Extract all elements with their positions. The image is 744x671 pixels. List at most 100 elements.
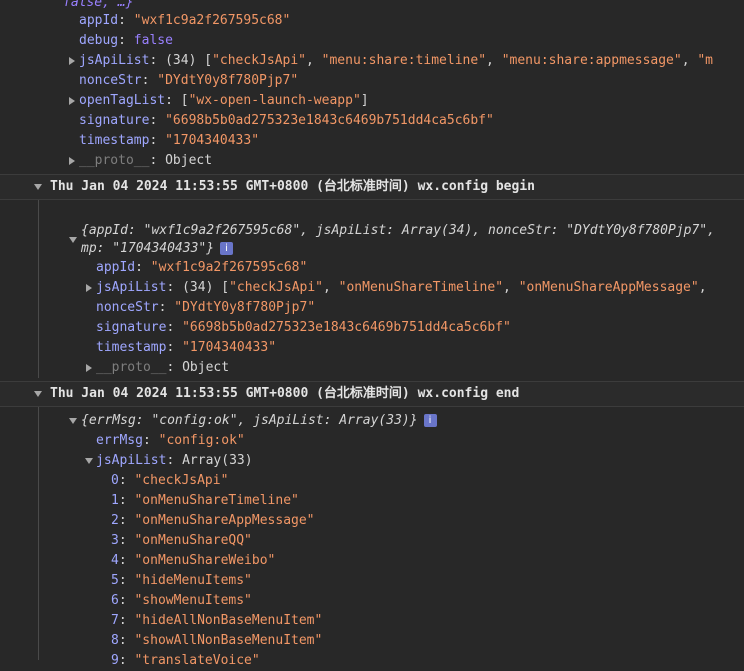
expand-triangle-icon[interactable] [67, 51, 77, 71]
array-item: 6: "showMenuItems" [111, 591, 252, 611]
object-summary-cont: mp: "1704340433"} i [81, 239, 234, 259]
array-separator: : [118, 573, 135, 588]
array-index: 7 [111, 613, 119, 628]
prop-value: "wxf1c9a2f267595c68" [150, 260, 308, 275]
prop-key: appId [96, 260, 136, 275]
array-value: "onMenuShareTimeline" [134, 493, 299, 508]
expand-triangle-icon[interactable] [68, 230, 78, 250]
expand-triangle-icon[interactable] [68, 411, 78, 431]
prop-separator: : [165, 93, 181, 108]
prop-value: "1704340433" [182, 340, 277, 355]
prop-signature: signature: "6698b5b0ad275323e1843c6469b7… [96, 318, 511, 338]
prop-separator: : [118, 33, 134, 48]
array-item: 3: "onMenuShareQQ" [111, 531, 252, 551]
prop-separator: : [141, 73, 158, 88]
info-icon[interactable]: i [423, 414, 437, 427]
prop-value: false [133, 33, 173, 48]
prop-key: timestamp [79, 133, 150, 148]
array-value: "showAllNonBaseMenuItem" [134, 633, 323, 648]
array-index: 6 [111, 593, 119, 608]
prop-value: Object [165, 153, 213, 168]
prop-separator: : [149, 113, 166, 128]
array-item: 8: "showAllNonBaseMenuItem" [111, 631, 322, 651]
object-summary[interactable]: {errMsg: "config:ok", jsApiList: Array(3… [81, 411, 437, 431]
array-item: 4: "onMenuShareWeibo" [111, 551, 275, 571]
array-value: "hideAllNonBaseMenuItem" [134, 613, 323, 628]
prop-key: signature [96, 320, 167, 335]
array-index: 3 [111, 533, 119, 548]
prop-debug: debug: false [79, 31, 173, 51]
prop-nonceStr: nonceStr: "DYdtY0y8f780Pjp7" [96, 298, 315, 318]
array-item: 5: "hideMenuItems" [111, 571, 252, 591]
expand-triangle-icon[interactable] [67, 151, 77, 171]
prop-separator: : [135, 260, 151, 275]
prop-key: signature [79, 113, 150, 128]
expand-triangle-icon[interactable] [84, 451, 94, 471]
array-separator: : [118, 593, 135, 608]
prop-jsApiList[interactable]: jsApiList: (34) ["checkJsApi", "menu:sha… [79, 51, 713, 71]
expand-triangle-icon[interactable] [84, 358, 94, 378]
prop-key: debug [79, 33, 119, 48]
prop-key: __proto__ [79, 153, 150, 168]
console-group-end[interactable]: Thu Jan 04 2024 11:53:55 GMT+0800 (台北标准时… [0, 381, 744, 407]
array-index: 8 [111, 633, 119, 648]
prop-appId: appId: "wxf1c9a2f267595c68" [96, 258, 307, 278]
expand-triangle-icon[interactable] [84, 278, 94, 298]
prop-value: Array(33) [182, 453, 253, 468]
prop-separator: : [149, 153, 166, 168]
array-item: 1: "onMenuShareTimeline" [111, 491, 299, 511]
prop-jsApiList[interactable]: jsApiList: Array(33) [96, 451, 253, 471]
prop-separator: : [166, 280, 183, 295]
prop-separator: : [158, 300, 175, 315]
array-separator: : [118, 533, 135, 548]
prop-key: nonceStr [79, 73, 142, 88]
prop-value: (34) ["checkJsApi", "onMenuShareTimeline… [182, 280, 707, 295]
collapse-triangle-icon[interactable] [33, 384, 43, 404]
array-index: 4 [111, 553, 119, 568]
prop-timestamp: timestamp: "1704340433" [79, 131, 259, 151]
array-item: 2: "onMenuShareAppMessage" [111, 511, 315, 531]
preview-tail-text: false, …} [63, 0, 134, 10]
prop-value: "1704340433" [165, 133, 260, 148]
object-summary-text: {errMsg: "config:ok", jsApiList: Array(3… [81, 413, 418, 428]
expand-triangle-icon[interactable] [67, 91, 77, 111]
prop-appId: appId: "wxf1c9a2f267595c68" [79, 11, 290, 31]
array-separator: : [118, 553, 135, 568]
prop-signature: signature: "6698b5b0ad275323e1843c6469b7… [79, 111, 494, 131]
prop-proto[interactable]: __proto__: Object [96, 358, 229, 378]
array-value: "onMenuShareWeibo" [134, 553, 276, 568]
prop-separator: : [166, 360, 183, 375]
prop-value: (34) ["checkJsApi", "menu:share:timeline… [165, 53, 714, 68]
prop-value: "6698b5b0ad275323e1843c6469b751dd4ca5c6b… [182, 320, 511, 335]
prop-jsApiList[interactable]: jsApiList: (34) ["checkJsApi", "onMenuSh… [96, 278, 707, 298]
prop-key: jsApiList [96, 280, 167, 295]
prop-key: openTagList [79, 93, 166, 108]
group-title: Thu Jan 04 2024 11:53:55 GMT+0800 (台北标准时… [50, 386, 520, 401]
prop-value: Object [182, 360, 230, 375]
array-item: 7: "hideAllNonBaseMenuItem" [111, 611, 322, 631]
prop-key: jsApiList [79, 53, 150, 68]
collapse-triangle-icon[interactable] [33, 177, 43, 197]
prop-errMsg: errMsg: "config:ok" [96, 433, 245, 448]
array-index: 9 [111, 653, 119, 668]
prop-openTagList[interactable]: openTagList: ["wx-open-launch-weapp"] [79, 91, 369, 111]
array-value: "hideMenuItems" [134, 573, 252, 588]
array-separator: : [118, 473, 135, 488]
array-item: 0: "checkJsApi" [111, 471, 228, 491]
prop-key: jsApiList [96, 453, 167, 468]
prop-value: "config:ok" [158, 433, 245, 448]
array-value: "translateVoice" [134, 653, 260, 668]
prop-separator: : [149, 133, 166, 148]
prop-key: appId [79, 13, 119, 28]
prop-key: __proto__ [96, 360, 167, 375]
array-separator: : [118, 493, 135, 508]
array-index: 1 [111, 493, 119, 508]
object-summary[interactable]: {appId: "wxf1c9a2f267595c68", jsApiList:… [81, 221, 715, 241]
prop-proto[interactable]: __proto__: Object [79, 151, 212, 171]
prop-separator: : [118, 13, 134, 28]
prop-value: "DYdtY0y8f780Pjp7" [174, 300, 316, 315]
info-icon[interactable]: i [220, 242, 234, 255]
group-indent-bar [38, 407, 39, 660]
console-group-begin[interactable]: Thu Jan 04 2024 11:53:55 GMT+0800 (台北标准时… [0, 174, 744, 200]
prop-value: ["wx-open-launch-weapp"] [180, 93, 369, 108]
